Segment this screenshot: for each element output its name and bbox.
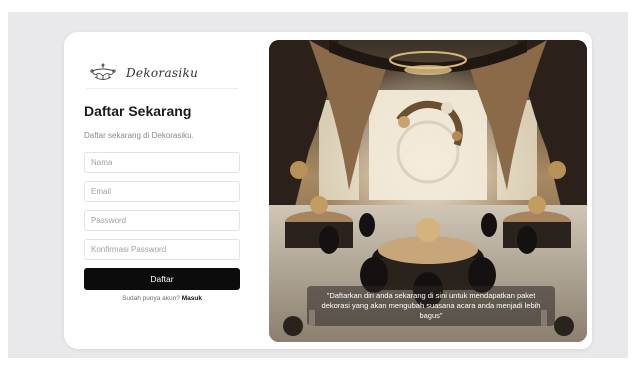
name-field[interactable] xyxy=(84,152,240,173)
chandelier-logo-icon xyxy=(90,63,116,80)
register-button[interactable]: Daftar xyxy=(84,268,240,290)
brand-name: Dekorasiku xyxy=(126,66,199,80)
hero-image: "Daftarkan diri anda sekarang di sini un… xyxy=(269,40,587,342)
confirm-password-field[interactable] xyxy=(84,239,240,260)
divider xyxy=(86,88,238,89)
login-link[interactable]: Masuk xyxy=(182,295,202,302)
page-title: Daftar Sekarang xyxy=(84,103,192,119)
register-card: Dekorasiku Daftar Sekarang Daftar sekara… xyxy=(64,32,592,349)
register-panel: Dekorasiku Daftar Sekarang Daftar sekara… xyxy=(84,32,242,349)
password-field[interactable] xyxy=(84,210,240,231)
login-prompt-row: Sudah punya akun? Masuk xyxy=(84,295,240,302)
login-prompt-text: Sudah punya akun? xyxy=(122,295,180,302)
page-subtitle: Daftar sekarang di Dekorasiku. xyxy=(84,131,194,140)
brand: Dekorasiku xyxy=(88,62,198,84)
email-field[interactable] xyxy=(84,181,240,202)
hero-caption: "Daftarkan diri anda sekarang di sini un… xyxy=(307,286,555,326)
